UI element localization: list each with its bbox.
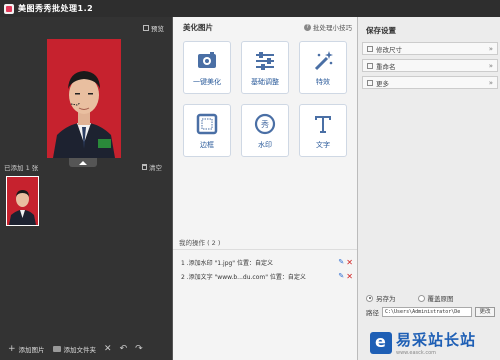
my-operations-title: 我的操作 ( 2 )	[179, 239, 221, 247]
save-as-radio[interactable]	[366, 294, 373, 302]
watermark-icon: 秀	[253, 112, 277, 136]
tool-label: 基础调整	[251, 78, 279, 86]
site-watermark: 易采站长站 www.easck.com	[370, 327, 498, 358]
watermark-brand: 易采站长站	[396, 331, 477, 349]
chevron-double-right-icon: »	[488, 78, 493, 87]
operation-text: 1 .添加水印 "1.jpg" 位置：自定义	[181, 259, 273, 267]
svg-text:秀: 秀	[261, 119, 269, 129]
tool-text[interactable]: 文字	[299, 104, 347, 157]
section-more[interactable]: 更多 »	[362, 76, 498, 89]
beautify-panel: 美化图片 ? 批处理小技巧 一键美化 基础调整 特效 边框 秀 水印 文字 我的…	[172, 17, 358, 360]
collapse-toggle[interactable]	[69, 158, 97, 167]
tool-label: 水印	[258, 141, 272, 149]
edit-icon[interactable]: ✎	[338, 258, 344, 266]
image-thumbnail[interactable]	[6, 176, 39, 226]
left-panel: 预览 已添加 1 张 清空 + 添加图片 添加文件夹 ✕ ↶ ↷	[0, 17, 172, 360]
save-mode-options: 另存为 覆盖原图	[366, 293, 498, 303]
section-resize[interactable]: 修改尺寸 »	[362, 42, 498, 55]
save-settings-panel: 保存设置 修改尺寸 » 重命名 » 更多 » 另存为 覆盖原图 路径 C:\Us…	[357, 17, 500, 360]
path-label: 路径	[366, 309, 379, 317]
remove-icon[interactable]: ✕	[346, 272, 353, 281]
add-image-button[interactable]: + 添加图片	[8, 344, 45, 354]
thumbnail-portrait	[7, 177, 38, 225]
title-bar: 美图秀秀批处理1.2	[0, 0, 500, 17]
app-logo-icon	[4, 3, 14, 14]
resize-icon	[367, 45, 373, 52]
added-count-label: 已添加 1 张	[4, 164, 39, 172]
tool-one-click-beautify[interactable]: 一键美化	[183, 41, 231, 94]
section-rename[interactable]: 重命名 »	[362, 59, 498, 72]
ops-divider	[173, 249, 358, 250]
trash-icon	[142, 164, 147, 170]
section-label: 修改尺寸	[376, 45, 402, 54]
path-row: 路径 C:\Users\Administrator\De 更改	[366, 307, 498, 317]
section-label: 更多	[376, 79, 389, 88]
preview-photo	[47, 39, 121, 158]
preview-icon	[143, 25, 149, 31]
tool-label: 一键美化	[193, 78, 221, 86]
delete-icon[interactable]: ✕	[104, 344, 112, 354]
plus-icon: +	[8, 343, 16, 354]
add-folder-button[interactable]: 添加文件夹	[52, 344, 97, 354]
more-icon	[367, 79, 373, 86]
chevron-double-right-icon: »	[488, 61, 493, 70]
tool-watermark[interactable]: 秀 水印	[241, 104, 289, 157]
section-label: 重命名	[376, 62, 396, 71]
path-input[interactable]: C:\Users\Administrator\De	[382, 307, 472, 317]
tool-frame[interactable]: 边框	[183, 104, 231, 157]
tool-basic-adjust[interactable]: 基础调整	[241, 41, 289, 94]
clear-button[interactable]: 清空	[142, 162, 162, 172]
folder-icon	[52, 345, 61, 352]
frame-icon	[195, 112, 219, 136]
edit-icon[interactable]: ✎	[338, 272, 344, 280]
window-title: 美图秀秀批处理1.2	[18, 4, 94, 13]
operation-row[interactable]: 1 .添加水印 "1.jpg" 位置：自定义 ✎ ✕	[181, 257, 353, 267]
text-icon	[311, 112, 335, 136]
chevron-double-right-icon: »	[488, 44, 493, 53]
magic-photo-icon	[195, 49, 219, 73]
tool-label: 文字	[316, 141, 330, 149]
rotate-left-icon[interactable]: ↶	[120, 344, 128, 354]
watermark-url: www.easck.com	[396, 350, 437, 356]
add-image-label: 添加图片	[18, 345, 45, 354]
overwrite-label: 覆盖原图	[427, 295, 454, 303]
rename-icon	[367, 62, 373, 69]
tips-label: 批处理小技巧	[313, 24, 352, 32]
remove-icon[interactable]: ✕	[346, 258, 353, 267]
magic-wand-icon	[311, 49, 335, 73]
tips-link[interactable]: ? 批处理小技巧	[304, 22, 352, 32]
save-settings-title: 保存设置	[366, 26, 396, 35]
change-path-button[interactable]: 更改	[475, 307, 495, 317]
tool-label: 特效	[316, 78, 330, 86]
preview-button[interactable]: 预览	[143, 23, 164, 33]
preview-label: 预览	[151, 25, 164, 33]
beautify-header: 美化图片 ? 批处理小技巧	[173, 17, 358, 37]
help-icon: ?	[304, 23, 311, 31]
save-as-label: 另存为	[376, 295, 396, 303]
sliders-icon	[253, 49, 277, 73]
operation-row[interactable]: 2 .添加文字 "www.b...du.com" 位置：自定义 ✎ ✕	[181, 271, 353, 281]
tool-label: 边框	[200, 141, 214, 149]
clear-label: 清空	[149, 164, 162, 172]
beautify-title: 美化图片	[183, 22, 213, 32]
rotate-right-icon[interactable]: ↷	[135, 344, 143, 354]
tool-effects[interactable]: 特效	[299, 41, 347, 94]
site-logo-icon	[370, 331, 392, 354]
operation-text: 2 .添加文字 "www.b...du.com" 位置：自定义	[181, 273, 306, 281]
add-folder-label: 添加文件夹	[63, 345, 97, 354]
portrait-image	[47, 39, 121, 158]
overwrite-radio[interactable]	[417, 294, 425, 302]
left-bottom-toolbar: + 添加图片 添加文件夹 ✕ ↶ ↷	[0, 337, 172, 360]
